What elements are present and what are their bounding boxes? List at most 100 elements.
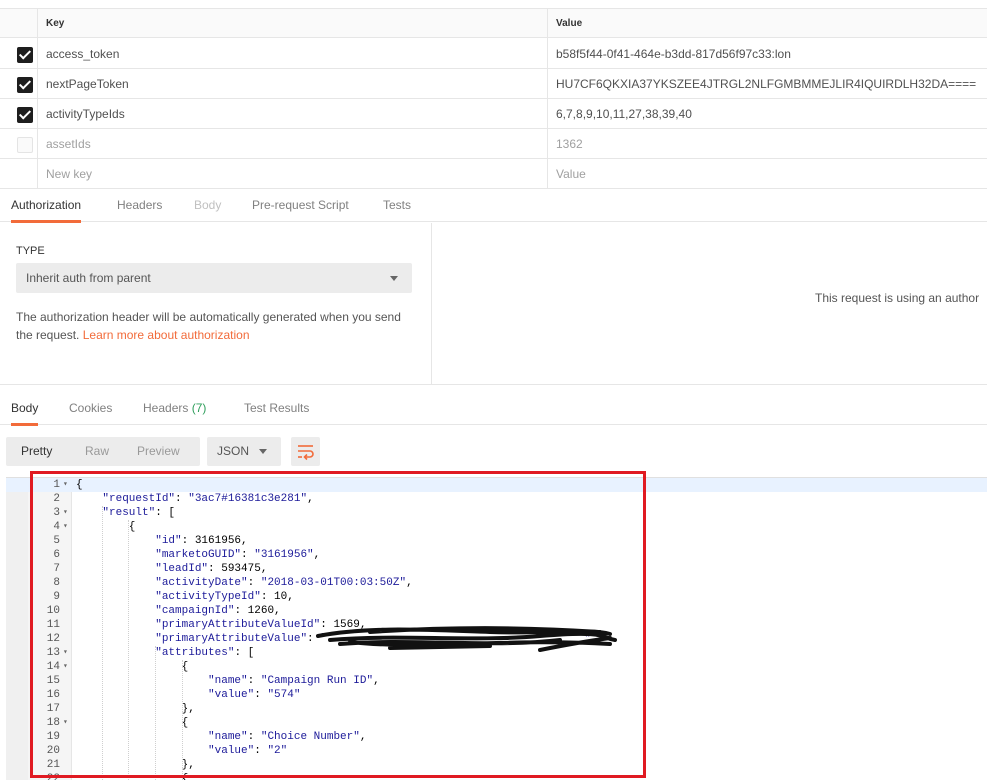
- line-number: 14: [46, 661, 60, 673]
- auth-info-text: This request is using an author: [815, 291, 980, 305]
- code-line: 15 "name": "Campaign Run ID",: [6, 674, 987, 688]
- param-row: assetIds 1362: [0, 129, 987, 159]
- param-check-cell: [0, 99, 38, 129]
- line-number: 11: [46, 619, 60, 631]
- fold-toggle-icon[interactable]: ▾: [63, 716, 68, 730]
- code-text: {: [76, 479, 83, 491]
- param-new-row: New key Value: [0, 159, 987, 189]
- tab-response-headers-label: Headers: [143, 401, 189, 415]
- indent-guide: [102, 506, 103, 780]
- line-number: 2: [53, 493, 60, 505]
- param-key[interactable]: activityTypeIds: [38, 99, 548, 129]
- view-mode-group: Pretty Raw Preview: [6, 437, 200, 466]
- code-line: 16 "value": "574": [6, 688, 987, 702]
- learn-more-link[interactable]: Learn more about authorization: [83, 328, 250, 342]
- tab-headers[interactable]: Headers: [117, 190, 162, 222]
- new-key-input[interactable]: New key: [38, 159, 548, 189]
- param-key[interactable]: access_token: [38, 39, 548, 69]
- tab-body[interactable]: Body: [194, 190, 221, 222]
- param-check-cell: [0, 69, 38, 99]
- headers-count-badge: (7): [191, 401, 207, 415]
- line-number: 3: [53, 507, 60, 519]
- code-text: "value": "574": [208, 689, 301, 701]
- line-number: 9: [53, 591, 60, 603]
- code-text: "marketoGUID": "3161956",: [155, 549, 321, 561]
- code-line: 10 "campaignId": 1260,: [6, 604, 987, 618]
- code-text: "requestId": "3ac7#16381c3e281",: [102, 493, 314, 505]
- tab-response-headers[interactable]: Headers (7): [143, 393, 206, 425]
- code-text: {: [76, 773, 189, 780]
- code-line: 5 "id": 3161956,: [6, 534, 987, 548]
- divider: [0, 384, 987, 385]
- code-text: {: [76, 661, 189, 673]
- line-number: 21: [46, 759, 60, 771]
- code-text: "name": "Campaign Run ID",: [208, 675, 380, 687]
- code-text: "result": [: [102, 507, 176, 519]
- code-line: 3 ▾ "result": [: [6, 506, 987, 520]
- code-line: 21 },: [6, 758, 987, 772]
- pretty-button[interactable]: Pretty: [21, 437, 52, 466]
- indent-guide: [128, 520, 129, 780]
- params-header-key: Key: [38, 9, 548, 39]
- code-text: {: [76, 717, 189, 729]
- param-value[interactable]: 6,7,8,9,10,11,27,38,39,40: [548, 99, 987, 129]
- raw-button[interactable]: Raw: [85, 437, 109, 466]
- line-number: 8: [53, 577, 60, 589]
- auth-description: The authorization header will be automat…: [16, 308, 416, 344]
- param-checkbox[interactable]: [17, 77, 33, 93]
- tab-cookies[interactable]: Cookies: [69, 393, 112, 425]
- tab-tests[interactable]: Tests: [383, 190, 411, 222]
- wrap-lines-icon: [298, 445, 314, 461]
- line-number: 15: [46, 675, 60, 687]
- code-text: {: [76, 521, 136, 533]
- param-value[interactable]: b58f5f44-0f41-464e-b3dd-817d56f97c33:lon: [548, 39, 987, 69]
- line-number: 5: [53, 535, 60, 547]
- param-checkbox[interactable]: [17, 107, 33, 123]
- chevron-down-icon: [259, 449, 267, 454]
- param-checkbox[interactable]: [17, 47, 33, 63]
- line-number: 1: [53, 479, 60, 491]
- code-line: 1 ▾ {: [6, 478, 987, 492]
- code-line: 7 "leadId": 593475,: [6, 562, 987, 576]
- tab-pre-request-script[interactable]: Pre-request Script: [252, 190, 349, 222]
- fold-toggle-icon[interactable]: ▾: [63, 478, 68, 492]
- request-tabs: Authorization Headers Body Pre-request S…: [0, 190, 987, 223]
- tab-response-body[interactable]: Body: [11, 393, 39, 426]
- param-row: nextPageToken HU7CF6QKXIA37YKSZEE4JTRGL2…: [0, 69, 987, 99]
- code-text: "activityDate": "2018-03-01T00:03:50Z",: [155, 577, 413, 589]
- line-number: 7: [53, 563, 60, 575]
- code-line: 9 "activityTypeId": 10,: [6, 590, 987, 604]
- fold-toggle-icon[interactable]: ▾: [63, 520, 68, 534]
- auth-type-value: Inherit auth from parent: [26, 271, 151, 285]
- line-number: 22: [46, 773, 60, 780]
- response-tabs: Body Cookies Headers (7) Test Results: [0, 393, 987, 426]
- code-text: "name": "Choice Number",: [208, 731, 367, 743]
- code-line: 22 {: [6, 772, 987, 780]
- param-value[interactable]: HU7CF6QKXIA37YKSZEE4JTRGL2NLFGMBMMEJLIR4…: [548, 69, 987, 99]
- format-value: JSON: [217, 444, 250, 458]
- redaction-scribble: [316, 626, 617, 652]
- code-text: "campaignId": 1260,: [155, 605, 281, 617]
- tab-test-results[interactable]: Test Results: [244, 393, 309, 425]
- fold-toggle-icon[interactable]: ▾: [63, 506, 68, 520]
- param-checkbox[interactable]: [17, 137, 33, 153]
- code-text: "leadId": 593475,: [155, 563, 268, 575]
- wrap-lines-button[interactable]: [291, 437, 320, 466]
- auth-type-select[interactable]: Inherit auth from parent: [16, 263, 412, 293]
- param-row: access_token b58f5f44-0f41-464e-b3dd-817…: [0, 39, 987, 69]
- param-key[interactable]: assetIds: [38, 129, 548, 159]
- fold-toggle-icon[interactable]: ▾: [63, 646, 68, 660]
- param-key[interactable]: nextPageToken: [38, 69, 548, 99]
- param-value[interactable]: 1362: [548, 129, 987, 159]
- format-select[interactable]: JSON: [207, 437, 281, 466]
- fold-toggle-icon[interactable]: ▾: [63, 660, 68, 674]
- line-number: 17: [46, 703, 60, 715]
- line-number: 4: [53, 521, 60, 533]
- new-value-input[interactable]: Value: [548, 159, 987, 189]
- preview-button[interactable]: Preview: [137, 437, 180, 466]
- code-text: },: [76, 759, 195, 771]
- tab-authorization[interactable]: Authorization: [11, 190, 82, 223]
- params-header-check-cell: [0, 9, 38, 39]
- code-line: 19 "name": "Choice Number",: [6, 730, 987, 744]
- auth-type-label: TYPE: [16, 245, 45, 257]
